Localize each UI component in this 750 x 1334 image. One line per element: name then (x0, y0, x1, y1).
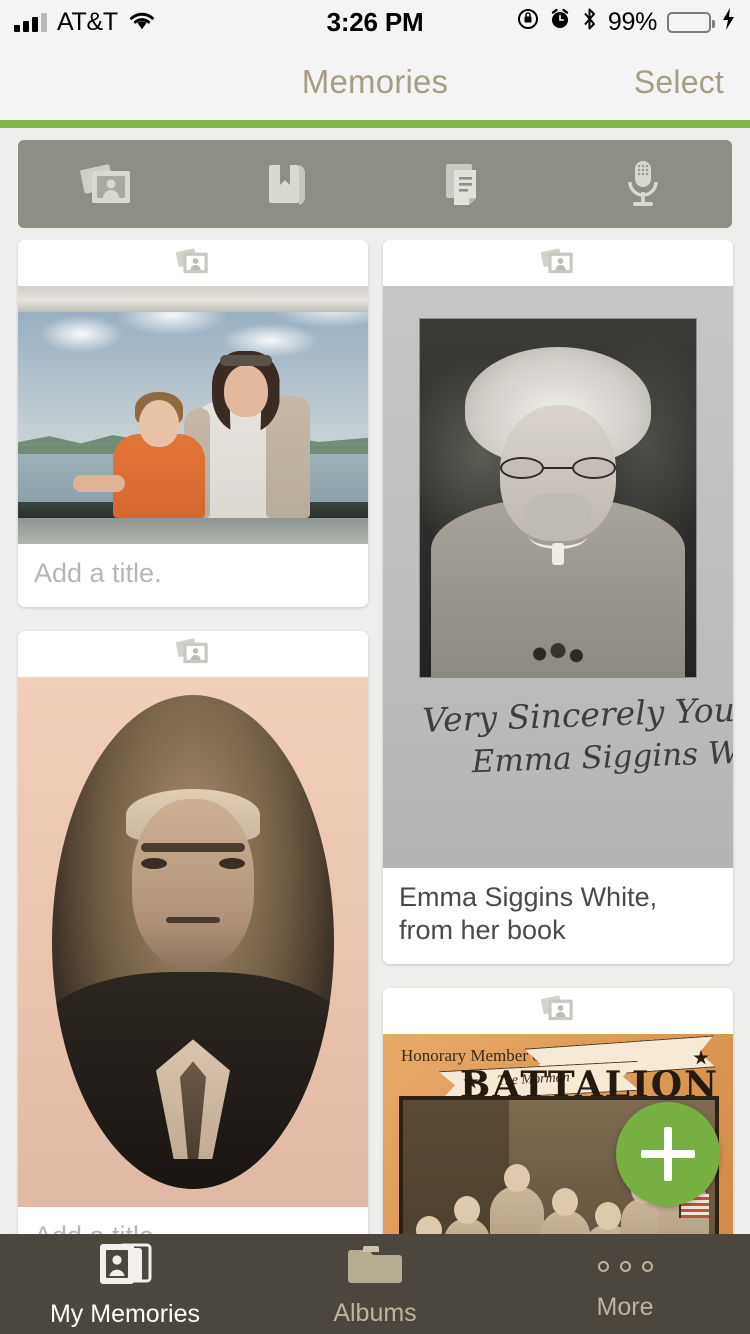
bluetooth-icon (581, 7, 598, 38)
card-type-header (18, 630, 368, 677)
bottom-tab-bar: My Memories Albums More (0, 1234, 750, 1334)
add-memory-button[interactable] (616, 1102, 720, 1206)
tab-label: My Memories (49, 1299, 200, 1328)
memory-photo[interactable]: Very Sincerely Yours Emma Siggins White (383, 286, 733, 868)
status-bar-left: AT&T (14, 8, 327, 37)
memories-book-icon (94, 1240, 156, 1293)
memory-photo[interactable] (18, 286, 368, 544)
memory-card[interactable]: Very Sincerely Yours Emma Siggins White … (383, 240, 733, 964)
memory-card[interactable]: Add a title. (18, 630, 368, 1240)
signal-bars-icon (14, 12, 47, 32)
handwritten-signature: Very Sincerely Yours Emma Siggins White (422, 689, 733, 785)
status-bar-center: 3:26 PM (327, 7, 424, 38)
memory-photo[interactable] (18, 676, 368, 1207)
memories-column-left: Add a title. Add a title. (18, 240, 368, 1240)
memories-grid: Add a title. Add a title. Very Sincerely… (0, 240, 750, 1240)
ellipsis-icon (597, 1246, 653, 1286)
memories-column-right: Very Sincerely Yours Emma Siggins White … (383, 240, 733, 1240)
tab-albums[interactable]: Albums (250, 1234, 500, 1334)
plus-icon (641, 1150, 695, 1158)
alarm-clock-icon (549, 8, 571, 37)
tab-my-memories[interactable]: My Memories (0, 1234, 250, 1334)
signature-line-2: Emma Siggins White (471, 732, 733, 780)
tab-label: Albums (333, 1298, 417, 1327)
photos-stack-icon (538, 992, 578, 1029)
wifi-icon (128, 8, 156, 37)
battery-percent-label: 99% (607, 7, 657, 36)
accent-divider (0, 120, 750, 128)
photos-stack-icon (538, 245, 578, 282)
stories-filter-button[interactable] (197, 140, 376, 228)
book-icon (263, 159, 309, 209)
documents-filter-button[interactable] (375, 140, 554, 228)
photos-stack-icon (173, 635, 213, 672)
status-bar-right: 99% (423, 7, 736, 38)
signature-line-1: Very Sincerely Yours (421, 688, 733, 740)
nav-header: Memories Select (0, 44, 750, 120)
microphone-icon (622, 158, 664, 210)
memories-screen: AT&T 3:26 PM 99% Memories Select Add a t… (0, 0, 750, 1334)
memory-title-input[interactable]: Add a title. (18, 544, 368, 607)
documents-icon (441, 159, 487, 209)
clock-label: 3:26 PM (326, 6, 424, 37)
charging-bolt-icon (721, 7, 736, 38)
select-button[interactable]: Select (634, 64, 724, 101)
photos-stack-icon (78, 159, 136, 209)
photos-stack-icon (173, 245, 213, 282)
battery-icon (667, 11, 715, 33)
photos-filter-button[interactable] (18, 140, 197, 228)
status-bar: AT&T 3:26 PM 99% (0, 0, 750, 44)
tab-label: More (596, 1293, 654, 1321)
card-type-header (18, 240, 368, 286)
memory-card[interactable]: Add a title. (18, 240, 368, 607)
carrier-label: AT&T (57, 7, 118, 36)
audio-filter-button[interactable] (554, 140, 733, 228)
folder-icon (347, 1241, 403, 1292)
filter-bar (18, 140, 732, 228)
card-type-header (383, 987, 733, 1034)
rotation-lock-icon (517, 8, 539, 37)
memory-title-input[interactable]: Emma Siggins White, from her book (383, 868, 733, 964)
tab-more[interactable]: More (500, 1234, 750, 1334)
card-type-header (383, 240, 733, 286)
